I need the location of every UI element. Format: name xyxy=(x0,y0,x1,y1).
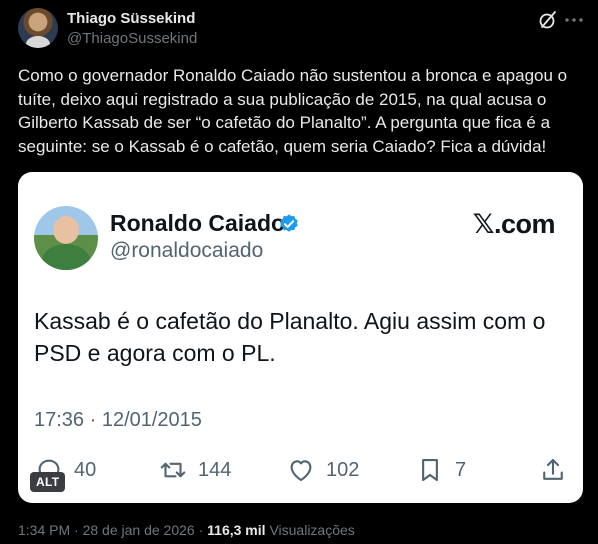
embedded-bookmark-count: 7 xyxy=(455,458,467,481)
views-label[interactable]: Visualizações xyxy=(269,522,354,538)
embedded-author-handle: @ronaldocaiado xyxy=(110,239,264,262)
embedded-author-name: Ronaldo Caiado xyxy=(110,210,286,236)
views-count: 116,3 mil xyxy=(207,522,266,538)
embedded-retweet-stat: 144 xyxy=(158,450,231,490)
embedded-like-stat: 102 xyxy=(286,450,359,490)
post-time[interactable]: 1:34 PM xyxy=(18,522,70,538)
embedded-reply-count: 40 xyxy=(74,458,97,481)
embedded-like-count: 102 xyxy=(326,458,360,481)
grok-icon[interactable] xyxy=(536,8,560,32)
embedded-bookmark-stat: 7 xyxy=(415,450,466,490)
post-date[interactable]: 28 de jan de 2026 xyxy=(83,522,195,538)
tweet-text: Como o governador Ronaldo Caiado não sus… xyxy=(18,66,568,156)
retweet-icon xyxy=(160,462,186,478)
share-icon xyxy=(543,458,563,480)
embedded-action-bar: 40 144 102 7 xyxy=(18,450,583,490)
author-handle[interactable]: @ThiagoSussekind xyxy=(67,30,197,47)
embedded-retweet-count: 144 xyxy=(198,458,232,481)
x-com-logo: 𝕏.com xyxy=(472,209,556,239)
bookmark-icon xyxy=(422,458,438,482)
post: Thiago Süssekind @ThiagoSussekind Como o… xyxy=(0,0,598,544)
post-metadata: 1:34 PM · 28 de jan de 2026 · 116,3 mil … xyxy=(18,522,355,538)
alt-text-badge[interactable]: ALT xyxy=(30,472,66,492)
verified-badge-icon xyxy=(280,214,298,232)
embedded-tweet-time: 17:36 · 12/01/2015 xyxy=(34,409,202,431)
embedded-tweet-text: Kassab é o cafetão do Planalto. Agiu ass… xyxy=(34,308,546,366)
author-name[interactable]: Thiago Süssekind xyxy=(67,10,195,27)
heart-icon xyxy=(290,460,312,482)
meta-separator: · xyxy=(70,522,83,538)
embedded-avatar xyxy=(34,206,98,270)
more-icon[interactable] xyxy=(562,8,586,32)
embedded-share-stat xyxy=(538,450,568,490)
author-avatar[interactable] xyxy=(18,8,58,48)
meta-separator-2: · xyxy=(194,522,208,538)
tweet-image[interactable]: Ronaldo Caiado @ronaldocaiado 𝕏.com Kass… xyxy=(18,172,583,503)
